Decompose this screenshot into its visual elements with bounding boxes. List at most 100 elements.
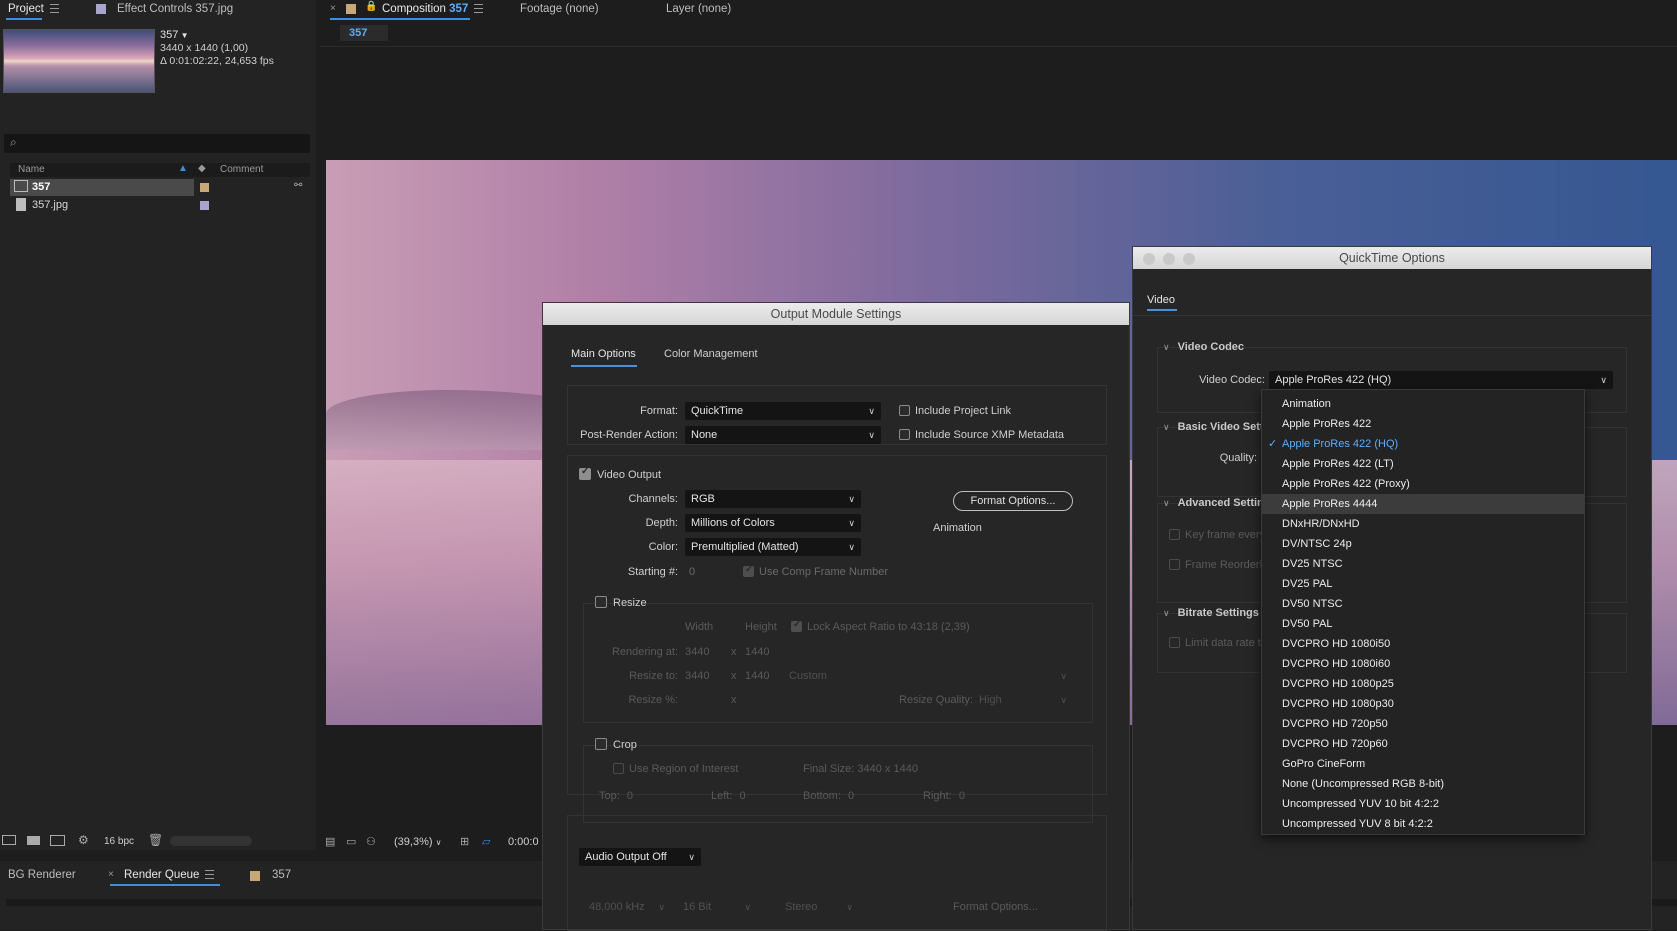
codec-option[interactable]: Apple ProRes 422 (LT)	[1262, 454, 1584, 474]
crop-checkbox[interactable]	[595, 738, 607, 750]
resize-quality-select[interactable]: High ∨	[973, 691, 1073, 709]
tab-footage[interactable]: Footage (none)	[520, 0, 599, 20]
codec-option[interactable]: Apple ProRes 422 (Proxy)	[1262, 474, 1584, 494]
lock-icon[interactable]: 🔒	[365, 1, 377, 12]
keyframe-checkbox[interactable]	[1169, 529, 1180, 540]
project-scrollbar[interactable]	[170, 836, 252, 846]
codec-option[interactable]: DVCPRO HD 720p60	[1262, 734, 1584, 754]
close-icon[interactable]: ×	[108, 869, 114, 880]
codec-option[interactable]: DVCPRO HD 720p50	[1262, 714, 1584, 734]
zoom-dropdown[interactable]: (39,3%) ∨	[394, 836, 441, 848]
label-swatch[interactable]	[200, 183, 209, 192]
frame-reordering-checkbox[interactable]	[1169, 559, 1180, 570]
section-basic-video[interactable]: ∨ Basic Video Setti	[1163, 421, 1267, 433]
codec-option[interactable]: DVCPRO HD 1080i50	[1262, 634, 1584, 654]
color-select[interactable]: Premultiplied (Matted) ∨	[685, 538, 861, 556]
dialog-titlebar[interactable]: Output Module Settings	[543, 303, 1129, 325]
codec-option[interactable]: None (Uncompressed RGB 8-bit)	[1262, 774, 1584, 794]
tab-main-options[interactable]: Main Options	[571, 348, 636, 360]
codec-option[interactable]: ✓ Apple ProRes 422 (HQ)	[1262, 434, 1584, 454]
dialog-titlebar[interactable]: QuickTime Options	[1133, 247, 1651, 269]
channels-select[interactable]: RGB ∨	[685, 490, 861, 508]
audio-output-select[interactable]: Audio Output Off ∨	[579, 848, 701, 866]
list-item[interactable]: 357 ⚯	[10, 179, 310, 196]
crop-top-value[interactable]: 0	[627, 790, 633, 802]
tab-bg-renderer[interactable]: BG Renderer	[8, 866, 76, 886]
interpret-footage-icon[interactable]	[2, 835, 16, 845]
tab-comp-timeline[interactable]: 357	[272, 866, 291, 886]
thumb-name[interactable]: 357 ▼	[160, 29, 189, 41]
region-icon[interactable]: ⊞	[460, 835, 469, 848]
panel-menu-icon[interactable]	[474, 4, 484, 14]
codec-option[interactable]: Uncompressed YUV 10 bit 4:2:2	[1262, 794, 1584, 814]
post-render-select[interactable]: None ∨	[685, 426, 881, 444]
codec-option[interactable]: DV/NTSC 24p	[1262, 534, 1584, 554]
comp-subtab[interactable]: 357	[340, 25, 388, 41]
resize-checkbox[interactable]	[595, 596, 607, 608]
crop-bottom-value[interactable]: 0	[848, 790, 854, 802]
tab-render-queue[interactable]: Render Queue	[124, 866, 215, 886]
section-bitrate[interactable]: ∨ Bitrate Settings	[1163, 607, 1259, 619]
bpc-toggle[interactable]: 16 bpc	[104, 836, 134, 847]
section-advanced[interactable]: ∨ Advanced Setting	[1163, 497, 1271, 509]
section-video-codec[interactable]: ∨ Video Codec	[1163, 341, 1244, 353]
codec-option[interactable]: GoPro CineForm	[1262, 754, 1584, 774]
crop-left-value[interactable]: 0	[739, 790, 745, 802]
new-composition-icon[interactable]	[50, 835, 65, 846]
audio-channels-select[interactable]: Stereo ∨	[779, 898, 859, 916]
view-options-icon[interactable]: ⚇	[366, 835, 376, 848]
include-xmp-checkbox[interactable]	[899, 429, 910, 440]
col-comment-header[interactable]: Comment	[220, 164, 263, 175]
audio-rate-select[interactable]: 48,000 kHz ∨	[583, 898, 671, 916]
tab-layer[interactable]: Layer (none)	[666, 0, 731, 20]
trash-icon[interactable]: 🗑	[148, 833, 163, 847]
close-icon[interactable]: ×	[330, 3, 336, 14]
codec-option[interactable]: DVCPRO HD 1080i60	[1262, 654, 1584, 674]
resize-preset-select[interactable]: Custom ∨	[783, 667, 1073, 685]
codec-option[interactable]: Uncompressed YUV 8 bit 4:2:2	[1262, 814, 1584, 834]
audio-format-options-button[interactable]: Format Options...	[953, 901, 1038, 913]
new-folder-icon[interactable]	[27, 836, 40, 845]
crop-right-value[interactable]: 0	[959, 790, 965, 802]
codec-option[interactable]: DV25 PAL	[1262, 574, 1584, 594]
tab-project[interactable]: Project	[8, 0, 59, 20]
project-search-input[interactable]: ⌕	[4, 134, 310, 153]
format-select[interactable]: QuickTime ∨	[685, 402, 881, 420]
snapshot-icon[interactable]: ▤	[325, 835, 335, 848]
resize-width-input[interactable]: 3440	[685, 670, 709, 682]
codec-option[interactable]: DV50 PAL	[1262, 614, 1584, 634]
tab-video[interactable]: Video	[1147, 294, 1175, 306]
panel-menu-icon[interactable]	[49, 4, 59, 14]
video-codec-select[interactable]: Apple ProRes 422 (HQ) ∨	[1269, 371, 1613, 389]
use-comp-frame-checkbox[interactable]	[743, 564, 754, 577]
panel-menu-icon[interactable]	[205, 870, 215, 880]
codec-option[interactable]: Apple ProRes 4444	[1262, 494, 1584, 514]
monitor-icon[interactable]: ▭	[346, 835, 356, 848]
starting-number-value[interactable]: 0	[689, 566, 695, 578]
tab-composition[interactable]: Composition 357	[382, 0, 484, 20]
audio-bits-select[interactable]: 16 Bit ∨	[677, 898, 757, 916]
label-swatch[interactable]	[200, 201, 209, 210]
format-options-button[interactable]: Format Options...	[953, 491, 1073, 511]
transparency-grid-icon[interactable]: ▱	[482, 835, 490, 848]
codec-option[interactable]: DV25 NTSC	[1262, 554, 1584, 574]
codec-option[interactable]: DV50 NTSC	[1262, 594, 1584, 614]
lock-aspect-checkbox[interactable]	[791, 619, 802, 632]
resize-height-input[interactable]: 1440	[745, 670, 769, 682]
include-project-link-checkbox[interactable]	[899, 405, 910, 416]
limit-rate-checkbox[interactable]	[1169, 637, 1180, 648]
codec-option[interactable]: DNxHR/DNxHD	[1262, 514, 1584, 534]
col-name-header[interactable]: Name	[18, 164, 45, 175]
codec-option[interactable]: DVCPRO HD 1080p30	[1262, 694, 1584, 714]
video-output-checkbox[interactable]	[579, 466, 591, 480]
timecode[interactable]: 0:00:0	[508, 836, 539, 848]
flowchart-icon[interactable]: ⚯	[294, 180, 302, 191]
codec-option[interactable]: Apple ProRes 422	[1262, 414, 1584, 434]
tab-effect-controls[interactable]: Effect Controls 357.jpg	[117, 0, 233, 20]
depth-select[interactable]: Millions of Colors ∨	[685, 514, 861, 532]
codec-option[interactable]: Animation	[1262, 394, 1584, 414]
adjust-settings-icon[interactable]: ⚙	[78, 833, 89, 847]
use-roi-checkbox[interactable]	[613, 763, 624, 774]
label-tag-icon[interactable]: ◆	[198, 163, 206, 174]
list-item[interactable]: 357.jpg	[10, 197, 310, 214]
